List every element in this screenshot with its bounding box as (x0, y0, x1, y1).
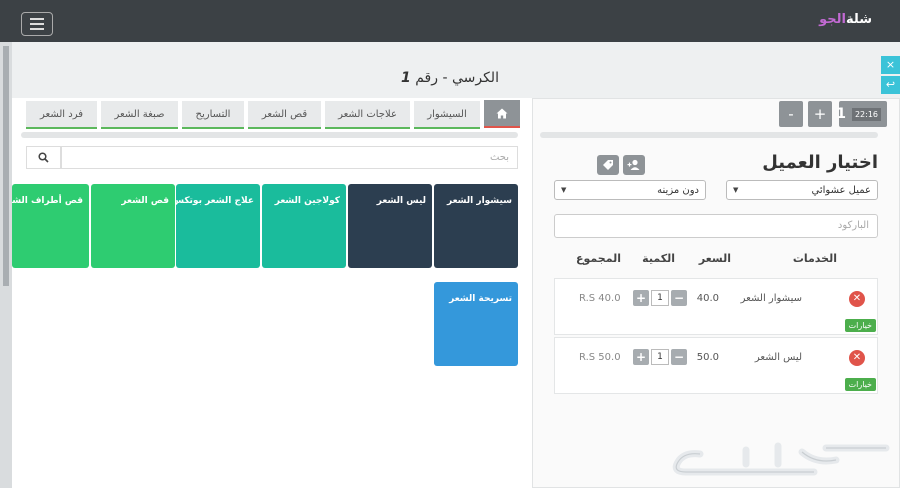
order-time: 22:16 (851, 107, 881, 121)
search-button[interactable] (26, 146, 61, 169)
search-icon (38, 152, 49, 163)
divider (540, 132, 878, 138)
header-qty: الكمية (642, 252, 675, 265)
divider (21, 132, 518, 138)
product-tile[interactable]: علاج الشعر بوتكس (176, 184, 260, 268)
top-navbar: شلةالجو (0, 0, 900, 42)
qty-input[interactable]: 1 (651, 290, 669, 306)
tag-icon (603, 160, 613, 170)
add-customer-button[interactable] (623, 155, 645, 175)
header-total: المجموع (576, 252, 621, 265)
remove-icon[interactable]: ✕ (849, 291, 865, 307)
barcode-input[interactable]: الباركود (554, 214, 878, 238)
product-tile[interactable]: كولاجين الشعر (262, 184, 346, 268)
tab-category[interactable]: السيشوار (414, 101, 480, 129)
remove-icon[interactable]: ✕ (849, 350, 865, 366)
order-number: 1 (836, 106, 846, 122)
customer-section-title: اختيار العميل (762, 152, 878, 173)
app-logo: شلةالجو (819, 12, 872, 27)
order-number-button[interactable]: 1 22:16 (836, 101, 887, 127)
product-tile[interactable]: قص الشعر (91, 184, 175, 268)
customer-select[interactable]: عميل عشوائي ▼ (726, 180, 878, 200)
service-row: ✕ سيشوار الشعر 40.0 + 1 − R.S 40.0 خيارا… (554, 278, 878, 335)
quantity-stepper: + 1 − (633, 349, 687, 365)
product-tile[interactable]: ليس الشعر (348, 184, 432, 268)
tab-category[interactable]: التساريح (182, 101, 244, 129)
tab-category[interactable]: قص الشعر (248, 101, 321, 129)
tab-category[interactable]: صبغة الشعر (101, 101, 178, 129)
watermark-logo (672, 442, 890, 476)
product-tile[interactable]: قص أطراف الشعر (12, 184, 89, 268)
options-button[interactable]: خيارات (844, 378, 876, 391)
add-order-button[interactable]: + (808, 101, 832, 127)
qty-minus-button[interactable]: − (671, 349, 687, 365)
home-tab[interactable] (484, 100, 520, 128)
qty-minus-button[interactable]: − (671, 290, 687, 306)
home-icon (496, 108, 508, 118)
header-price: السعر (698, 252, 731, 265)
header-services: الخدمات (792, 252, 837, 265)
customer-card-button[interactable] (597, 155, 619, 175)
tab-category[interactable]: فرد الشعر (26, 101, 97, 129)
product-tile[interactable]: سيشوار الشعر (434, 184, 518, 268)
page-title: الكرسي - رقم 1 (401, 70, 499, 86)
tab-category[interactable]: علاجات الشعر (325, 101, 410, 129)
service-row: ✕ ليس الشعر 50.0 + 1 − R.S 50.0 خيارات (554, 337, 878, 394)
search-input[interactable]: بحث (61, 146, 518, 169)
user-plus-icon (627, 159, 640, 170)
qty-plus-button[interactable]: + (633, 290, 649, 306)
row-total: R.S 50.0 (579, 352, 621, 363)
quantity-stepper: + 1 − (633, 290, 687, 306)
row-total: R.S 40.0 (579, 293, 621, 304)
options-button[interactable]: خيارات (844, 319, 876, 332)
hamburger-menu-button[interactable] (21, 12, 53, 36)
stylist-select[interactable]: دون مزينه ▼ (554, 180, 706, 200)
product-tile[interactable]: تسريحة الشعر (434, 282, 518, 366)
page-scrollbar[interactable] (0, 42, 12, 488)
qty-input[interactable]: 1 (651, 349, 669, 365)
remove-order-button[interactable]: - (779, 101, 803, 127)
qty-plus-button[interactable]: + (633, 349, 649, 365)
